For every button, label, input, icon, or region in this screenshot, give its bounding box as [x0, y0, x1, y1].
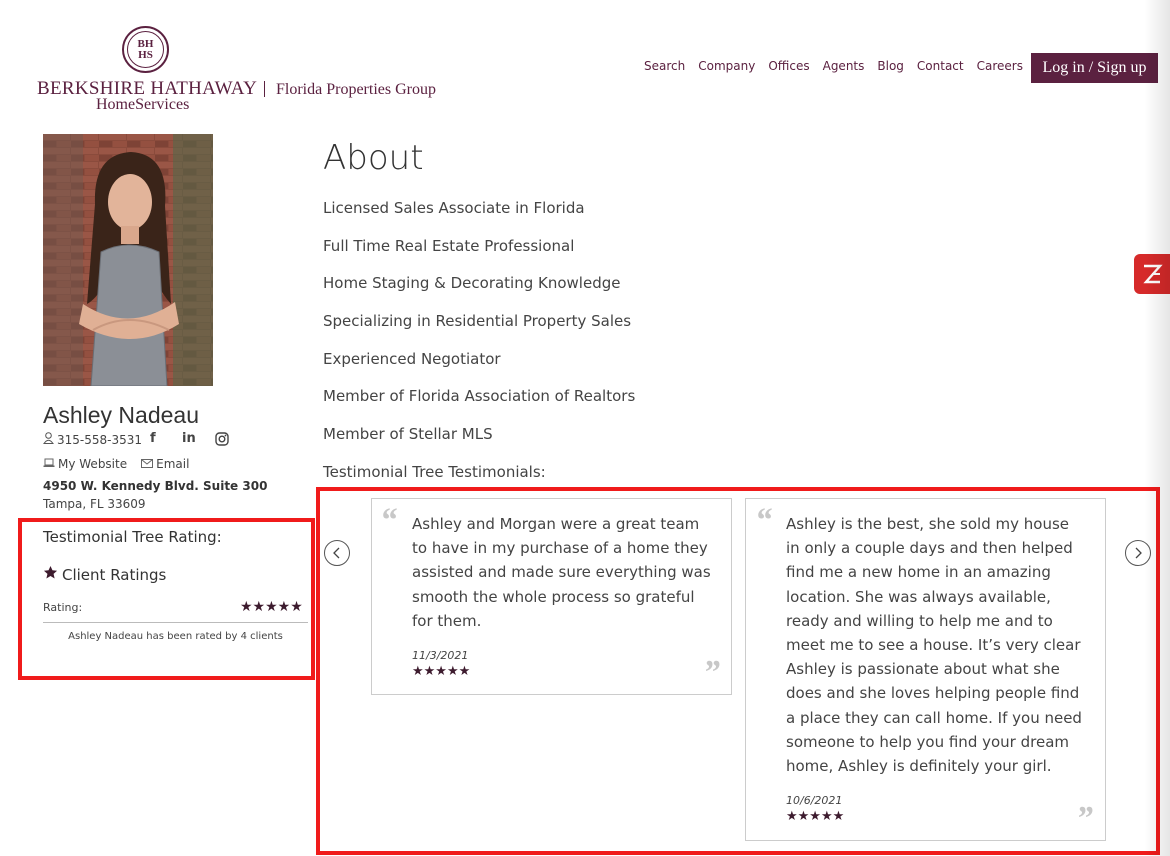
login-signup-button[interactable]: Log in / Sign up: [1031, 53, 1158, 83]
quote-open-icon: “: [755, 502, 772, 539]
client-ratings-label: Client Ratings: [62, 565, 167, 584]
website-link[interactable]: My Website: [43, 457, 127, 471]
brand-divider: [264, 81, 265, 97]
facebook-icon[interactable]: f: [150, 431, 156, 446]
carousel-prev-button[interactable]: [324, 540, 350, 566]
about-item: Home Staging & Decorating Knowledge: [323, 274, 621, 293]
nav-item-agents[interactable]: Agents: [823, 59, 865, 73]
seal-line-1: BH: [137, 37, 154, 50]
agent-links: My Website Email: [43, 457, 189, 471]
email-link[interactable]: Email: [141, 457, 189, 471]
chevron-right-icon: [1133, 544, 1143, 563]
nav-item-company[interactable]: Company: [698, 59, 755, 73]
rating-stars: ★★★★★: [240, 599, 303, 615]
agent-phone-text: 315-558-3531: [57, 432, 143, 447]
agent-phone[interactable]: 315-558-3531: [43, 432, 142, 447]
about-list: Licensed Sales Associate in Florida Full…: [323, 199, 635, 501]
testimonial-text: Ashley and Morgan were a great team to h…: [412, 515, 711, 630]
testimonial-text: Ashley is the best, she sold my house in…: [786, 515, 1082, 776]
instagram-icon[interactable]: [215, 432, 229, 450]
laptop-icon: [43, 457, 55, 471]
about-item: Full Time Real Estate Professional: [323, 236, 575, 255]
linkedin-icon[interactable]: in: [182, 431, 196, 446]
agent-name: Ashley Nadeau: [43, 402, 199, 428]
brand-group: Florida Properties Group: [276, 81, 436, 98]
quote-open-icon: “: [380, 502, 397, 539]
nav-item-careers[interactable]: Careers: [977, 59, 1023, 73]
website-link-label: My Website: [58, 457, 128, 471]
main-nav: Search Company Offices Agents Blog Conta…: [644, 59, 1023, 73]
nav-item-contact[interactable]: Contact: [917, 59, 964, 73]
chevron-left-icon: [332, 544, 342, 563]
envelope-icon: [141, 457, 154, 471]
nav-item-blog[interactable]: Blog: [877, 59, 904, 73]
brand-seal-logo[interactable]: BH HS: [122, 26, 169, 73]
testimonial-stars: ★★★★★: [786, 809, 845, 824]
about-item: Experienced Negotiator: [323, 349, 501, 368]
about-item: Member of Stellar MLS: [323, 425, 493, 444]
testimonial-stars: ★★★★★: [412, 664, 471, 679]
nav-item-offices[interactable]: Offices: [768, 59, 809, 73]
nav-item-search[interactable]: Search: [644, 59, 685, 73]
rating-label: Rating:: [43, 601, 83, 614]
about-title: About: [323, 138, 424, 178]
testimonial-date: 11/3/2021: [412, 649, 469, 662]
testimonial-date: 10/6/2021: [786, 794, 843, 807]
quote-close-icon: ”: [703, 654, 720, 691]
about-item: Licensed Sales Associate in Florida: [323, 199, 585, 217]
quote-close-icon: ”: [1076, 800, 1093, 837]
brand-home-services: HomeServices: [96, 96, 190, 113]
rating-title: Testimonial Tree Rating:: [43, 528, 222, 546]
seal-line-2: HS: [138, 48, 153, 61]
agent-photo: [43, 134, 213, 386]
about-item: Specializing in Residential Property Sal…: [323, 312, 632, 331]
agent-address-line1: 4950 W. Kennedy Blvd. Suite 300: [43, 479, 268, 493]
rating-divider: [43, 622, 308, 623]
client-ratings-heading: Client Ratings: [43, 565, 166, 584]
star-icon: [43, 565, 58, 584]
email-link-label: Email: [156, 457, 190, 471]
page-edge-shadow: [1144, 0, 1170, 856]
agent-address-line2: Tampa, FL 33609: [43, 497, 146, 511]
about-item: Member of Florida Association of Realtor…: [323, 387, 636, 406]
person-icon: [43, 432, 54, 447]
rated-by-text: Ashley Nadeau has been rated by 4 client…: [68, 631, 283, 642]
